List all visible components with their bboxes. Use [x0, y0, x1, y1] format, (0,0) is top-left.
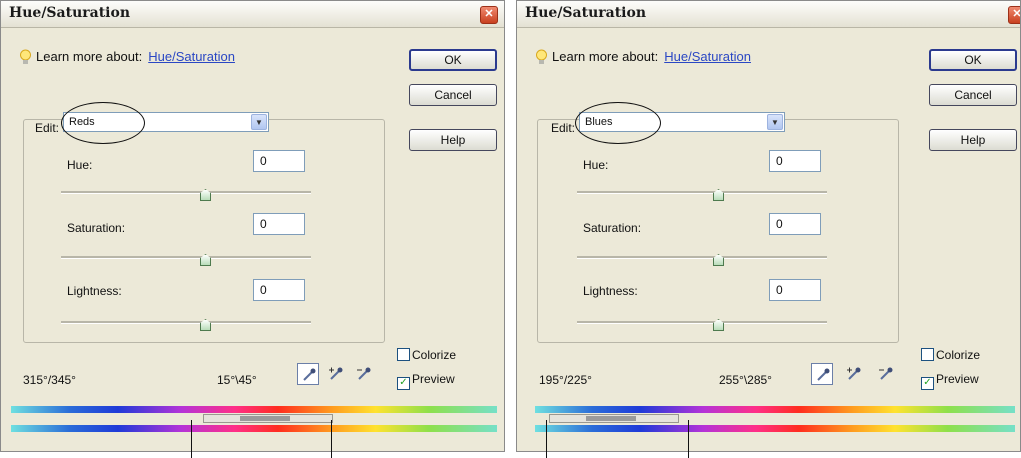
eyedropper-minus-icon[interactable]	[353, 363, 375, 385]
hue-slider-track[interactable]	[61, 191, 311, 194]
eyedropper-icon[interactable]	[811, 363, 833, 385]
lightness-slider-track[interactable]	[61, 321, 311, 324]
lightbulb-icon	[20, 49, 31, 65]
range-right-degrees: 15°\45°	[217, 373, 257, 387]
saturation-slider-track[interactable]	[61, 256, 311, 259]
range-slider-core[interactable]	[586, 416, 636, 421]
chevron-down-icon[interactable]: ▼	[767, 114, 783, 130]
eyedropper-minus-icon[interactable]	[875, 363, 897, 385]
close-icon[interactable]: ✕	[1008, 6, 1020, 24]
annotation-ellipse	[575, 102, 661, 144]
annotation-pointer-line	[331, 420, 332, 458]
learn-more-link[interactable]: Hue/Saturation	[148, 49, 235, 64]
hue-saturation-dialog-reds: Hue/Saturation ✕ Learn more about: Hue/Sa…	[0, 0, 505, 452]
colorize-checkbox[interactable]	[921, 348, 934, 361]
colorize-label: Colorize	[936, 348, 981, 362]
saturation-label: Saturation:	[67, 221, 126, 235]
preview-label: Preview	[936, 372, 979, 386]
color-bar-top	[535, 406, 1015, 413]
color-bar-bottom	[535, 425, 1015, 432]
annotation-pointer-line	[191, 420, 192, 458]
lightness-label: Lightness:	[583, 284, 638, 298]
preview-checkbox[interactable]: ✓	[921, 377, 934, 390]
eyedropper-plus-icon[interactable]	[843, 363, 865, 385]
saturation-slider-track[interactable]	[577, 256, 827, 259]
learn-more-label: Learn more about:	[36, 49, 143, 64]
lightness-label: Lightness:	[67, 284, 122, 298]
lightbulb-icon	[536, 49, 547, 65]
hue-label: Hue:	[583, 158, 609, 172]
learn-more-link[interactable]: Hue/Saturation	[664, 49, 751, 64]
lightness-input[interactable]: 0	[769, 279, 821, 301]
help-button[interactable]: Help	[929, 129, 1017, 151]
colorize-checkbox-row[interactable]: Colorize	[397, 348, 456, 362]
preview-label: Preview	[412, 372, 455, 386]
annotation-pointer-line	[546, 420, 547, 458]
title-bar[interactable]: Hue/Saturation ✕	[517, 1, 1020, 28]
range-right-degrees: 255°\285°	[719, 373, 772, 387]
cancel-button[interactable]: Cancel	[929, 84, 1017, 106]
chevron-down-icon[interactable]: ▼	[251, 114, 267, 130]
range-left-degrees: 195°/225°	[539, 373, 592, 387]
learn-more-row: Learn more about: Hue/Saturation	[535, 49, 751, 66]
close-icon[interactable]: ✕	[480, 6, 498, 24]
saturation-input[interactable]: 0	[253, 213, 305, 235]
annotation-ellipse	[61, 102, 145, 144]
hue-slider-track[interactable]	[577, 191, 827, 194]
hue-input[interactable]: 0	[769, 150, 821, 172]
range-slider-band[interactable]	[203, 414, 333, 423]
preview-checkbox[interactable]: ✓	[397, 377, 410, 390]
learn-more-label: Learn more about:	[552, 49, 659, 64]
colorize-checkbox[interactable]	[397, 348, 410, 361]
preview-checkbox-row[interactable]: ✓ Preview	[397, 372, 455, 390]
eyedropper-plus-icon[interactable]	[325, 363, 347, 385]
annotation-pointer-line	[688, 420, 689, 458]
colorize-checkbox-row[interactable]: Colorize	[921, 348, 980, 362]
colorize-label: Colorize	[412, 348, 457, 362]
dialog-title: Hue/Saturation	[9, 5, 131, 21]
edit-label: Edit:	[551, 121, 576, 135]
cancel-button[interactable]: Cancel	[409, 84, 497, 106]
edit-label: Edit:	[35, 121, 60, 135]
lightness-slider-track[interactable]	[577, 321, 827, 324]
ok-button[interactable]: OK	[929, 49, 1017, 71]
color-bar-bottom	[11, 425, 497, 432]
preview-checkbox-row[interactable]: ✓ Preview	[921, 372, 979, 390]
range-slider-band[interactable]	[549, 414, 679, 423]
range-slider-core[interactable]	[240, 416, 290, 421]
hue-input[interactable]: 0	[253, 150, 305, 172]
eyedropper-icon[interactable]	[297, 363, 319, 385]
hue-label: Hue:	[67, 158, 93, 172]
color-bar-top	[11, 406, 497, 413]
hue-saturation-dialog-blues: Hue/Saturation ✕ Learn more about: Hue/Sa…	[516, 0, 1021, 452]
ok-button[interactable]: OK	[409, 49, 497, 71]
help-button[interactable]: Help	[409, 129, 497, 151]
saturation-label: Saturation:	[583, 221, 642, 235]
title-bar[interactable]: Hue/Saturation ✕	[1, 1, 504, 28]
saturation-input[interactable]: 0	[769, 213, 821, 235]
lightness-input[interactable]: 0	[253, 279, 305, 301]
learn-more-row: Learn more about: Hue/Saturation	[19, 49, 235, 66]
dialog-title: Hue/Saturation	[525, 5, 647, 21]
range-left-degrees: 315°/345°	[23, 373, 76, 387]
